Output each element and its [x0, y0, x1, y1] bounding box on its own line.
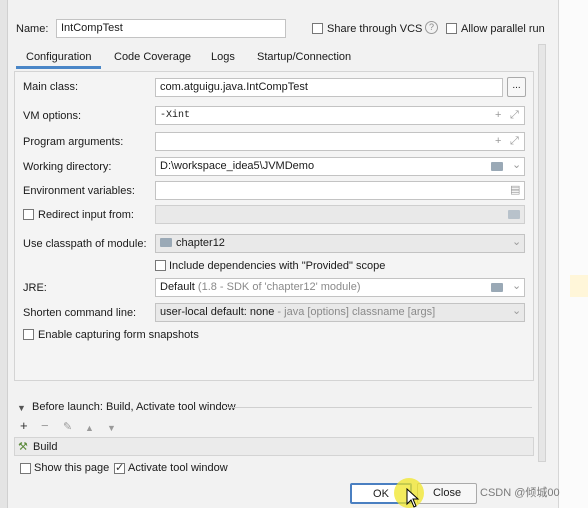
allow-parallel-label: Allow parallel run — [461, 23, 545, 35]
browse-main-class-button[interactable]: ... — [507, 77, 526, 97]
shorten-label: Shorten command line: — [23, 307, 137, 319]
folder-icon — [508, 210, 520, 219]
classpath-module-value: chapter12 — [176, 237, 225, 249]
redirect-input-label: Redirect input from: — [38, 209, 134, 221]
show-page-label: Show this page — [34, 462, 110, 474]
expand-plus-icon[interactable]: + — [495, 108, 501, 122]
expand-plus-icon[interactable]: + — [495, 134, 501, 148]
program-args-label: Program arguments: — [23, 136, 124, 148]
mouse-pointer-icon — [406, 488, 420, 508]
chevron-down-icon[interactable]: ⌄ — [512, 279, 521, 293]
chevron-down-icon[interactable]: ⌄ — [512, 158, 521, 172]
section-divider — [226, 407, 532, 408]
before-launch-list — [14, 437, 534, 456]
program-args-field[interactable] — [155, 132, 525, 151]
hammer-icon: ⚒ — [18, 441, 28, 453]
working-dir-field[interactable]: D:\workspace_idea5\JVMDemo — [155, 157, 525, 176]
jre-hint: (1.8 - SDK of 'chapter12' module) — [197, 281, 361, 293]
edit-env-icon[interactable]: ▤ — [510, 183, 520, 197]
tab-logs[interactable]: Logs — [201, 45, 245, 69]
help-icon[interactable]: ? — [425, 21, 438, 34]
activate-tool-window-label: Activate tool window — [128, 462, 228, 474]
folder-icon[interactable] — [491, 162, 503, 171]
share-vcs-label: Share through VCS — [327, 23, 423, 35]
expand-dialog-icon[interactable]: ⤢ — [510, 134, 519, 148]
add-icon[interactable]: + — [20, 419, 28, 433]
env-vars-label: Environment variables: — [23, 185, 135, 197]
chevron-down-icon[interactable]: ⌄ — [512, 235, 521, 249]
tab-code-coverage[interactable]: Code Coverage — [104, 45, 201, 69]
before-launch-title: Before launch: Build, Activate tool wind… — [32, 401, 236, 413]
redirect-input-checkbox[interactable] — [23, 209, 34, 220]
module-folder-icon — [160, 238, 172, 247]
main-class-label: Main class: — [23, 81, 79, 93]
include-deps-checkbox[interactable] — [155, 260, 166, 271]
folder-icon[interactable] — [491, 283, 503, 292]
jre-field[interactable]: Default (1.8 - SDK of 'chapter12' module… — [155, 278, 525, 297]
collapse-triangle-icon[interactable]: ▼ — [17, 401, 26, 415]
allow-parallel-checkbox[interactable] — [446, 23, 457, 34]
name-label: Name: — [16, 23, 49, 35]
show-page-checkbox[interactable] — [20, 463, 31, 474]
working-dir-label: Working directory: — [23, 161, 112, 173]
jre-default-value: Default — [160, 281, 195, 293]
shorten-hint: - java [options] classname [args] — [277, 306, 436, 318]
move-up-icon[interactable]: ▲ — [85, 421, 94, 435]
close-button[interactable]: Close — [417, 483, 477, 504]
background-editor-area — [558, 0, 588, 508]
tab-configuration[interactable]: Configuration — [16, 45, 102, 69]
chevron-down-icon[interactable]: ⌄ — [512, 304, 521, 318]
snapshots-checkbox[interactable] — [23, 329, 34, 340]
name-field[interactable]: IntCompTest — [56, 19, 286, 38]
build-task-label[interactable]: Build — [33, 440, 57, 454]
vm-options-label: VM options: — [23, 110, 82, 122]
vertical-scrollbar[interactable] — [538, 44, 546, 462]
remove-icon[interactable]: − — [41, 419, 49, 433]
classpath-label: Use classpath of module: — [23, 238, 147, 250]
left-panel-edge — [0, 0, 8, 508]
classpath-module-select[interactable]: chapter12 — [155, 234, 525, 253]
redirect-input-field — [155, 205, 525, 224]
tab-startup-connection[interactable]: Startup/Connection — [247, 45, 361, 69]
move-down-icon[interactable]: ▼ — [107, 421, 116, 435]
env-vars-field[interactable] — [155, 181, 525, 200]
shorten-value: user-local default: none — [160, 306, 275, 318]
background-highlight — [570, 275, 588, 297]
share-vcs-checkbox[interactable] — [312, 23, 323, 34]
activate-tool-window-checkbox[interactable] — [114, 461, 125, 474]
snapshots-label: Enable capturing form snapshots — [38, 329, 199, 341]
include-deps-label: Include dependencies with "Provided" sco… — [169, 260, 386, 272]
jre-label: JRE: — [23, 282, 47, 294]
expand-dialog-icon[interactable]: ⤢ — [510, 108, 519, 122]
main-class-field[interactable]: com.atguigu.java.IntCompTest — [155, 78, 503, 97]
vm-options-field[interactable]: -Xint — [155, 106, 525, 125]
edit-pencil-icon[interactable]: ✎ — [63, 420, 72, 434]
shorten-command-select[interactable]: user-local default: none - java [options… — [155, 303, 525, 322]
watermark-text: CSDN @倾城00 — [480, 487, 560, 499]
